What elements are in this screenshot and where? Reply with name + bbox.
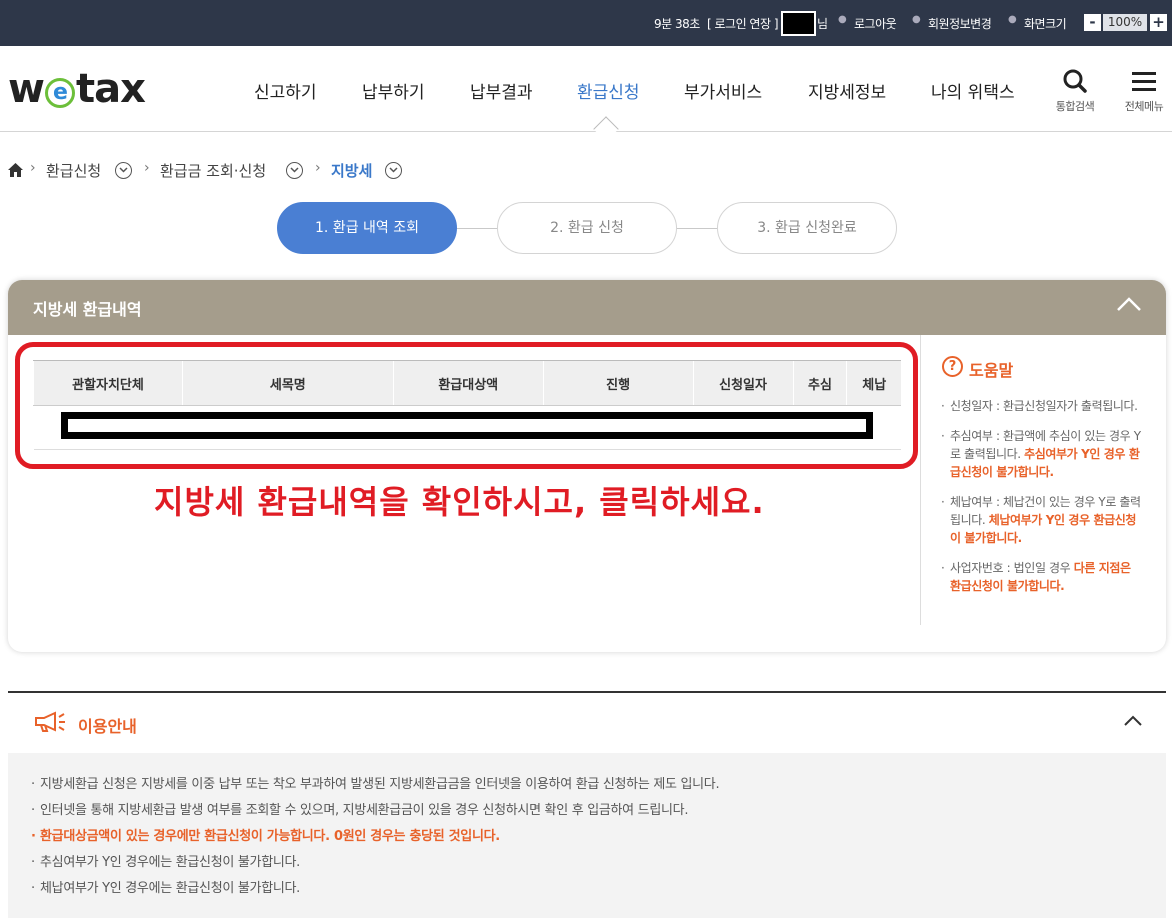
session-timer: 9분 38초 xyxy=(654,17,700,31)
step-3-refund-complete: 3. 환급 신청완료 xyxy=(717,202,897,254)
breadcrumb-separator: › xyxy=(315,160,321,176)
nav-refund[interactable]: 환급신청 xyxy=(577,78,640,103)
separator-dot: ● xyxy=(838,14,847,25)
nav-my-wetax[interactable]: 나의 위택스 xyxy=(931,78,1015,103)
nav-report[interactable]: 신고하기 xyxy=(254,78,317,103)
logo-letter-w: w xyxy=(8,66,45,112)
top-utility-bar: 9분 38초 [ 로그인 연장 ] 님 ● 로그아웃 ● 회원정보변경 ● 화면… xyxy=(0,0,1172,46)
highlight-frame xyxy=(15,342,918,469)
breadcrumb-local-tax[interactable]: 지방세 xyxy=(331,160,372,181)
logo-letter-e: e xyxy=(44,78,75,108)
list-item: 인터넷을 통해 지방세환급 발생 여부를 조회할 수 있으며, 지방세환급금이 … xyxy=(31,798,719,824)
breadcrumb-separator: › xyxy=(30,160,36,176)
panel-title: 지방세 환급내역 xyxy=(33,300,142,319)
screen-size-label: 화면크기 xyxy=(1024,17,1067,31)
wetax-logo[interactable]: w e tax xyxy=(8,66,146,112)
breadcrumb-refund[interactable]: 환급신청 xyxy=(46,160,101,181)
list-item: 지방세환급 신청은 지방세를 이중 납부 또는 착오 부과하여 발생된 지방세환… xyxy=(31,772,720,798)
search-icon xyxy=(1063,69,1087,93)
search-label: 통합검색 xyxy=(1055,100,1095,113)
list-item: 환급대상금액이 있는 경우에만 환급신청이 가능합니다. 0원인 경우는 충당된… xyxy=(31,824,719,850)
site-header: w e tax 신고하기 납부하기 납부결과 환급신청 부가서비스 지방세정보 나의… xyxy=(0,46,1172,142)
logout-link[interactable]: 로그아웃 xyxy=(854,15,897,32)
breadcrumb-refund-inquiry[interactable]: 환급금 조회·신청 xyxy=(160,160,266,181)
usage-guide-header: 이용안내 xyxy=(8,693,1166,753)
question-icon: ? xyxy=(942,356,963,377)
chevron-down-circle-icon[interactable] xyxy=(385,162,402,179)
redacted-username xyxy=(781,11,816,36)
chevron-up-icon[interactable] xyxy=(1124,715,1142,727)
separator-dot: ● xyxy=(912,14,921,25)
help-box: ? 도움말 신청일자 : 환급신청일자가 출력됩니다. 추심여부 : 환급액에 … xyxy=(920,335,1166,625)
logo-letters-tax: tax xyxy=(75,66,146,112)
menu-label: 전체메뉴 xyxy=(1124,100,1164,113)
help-item: 추심여부 : 환급액에 추심이 있는 경우 Y로 출력됩니다. 추심여부가 Y인… xyxy=(941,427,1141,481)
active-nav-caret xyxy=(593,116,619,142)
full-menu-button[interactable]: 전체메뉴 xyxy=(1120,70,1168,114)
chevron-down-circle-icon[interactable] xyxy=(286,162,303,179)
chevron-down-circle-icon[interactable] xyxy=(115,162,132,179)
usage-guide-body: 지방세환급 신청은 지방세를 이중 납부 또는 착오 부과하여 발생된 지방세환… xyxy=(8,753,1166,918)
nav-payment[interactable]: 납부하기 xyxy=(362,78,425,103)
nav-extra-services[interactable]: 부가서비스 xyxy=(684,78,762,103)
extend-login-button[interactable]: [ 로그인 연장 ] xyxy=(707,15,779,32)
nav-payment-result[interactable]: 납부결과 xyxy=(470,78,533,103)
help-item: 체납여부 : 체납건이 있는 경우 Y로 출력됩니다. 체납여부가 Y인 경우 … xyxy=(941,493,1141,547)
step-1-refund-inquiry: 1. 환급 내역 조회 xyxy=(277,202,457,254)
help-item: 사업자번호 : 법인일 경우 다른 지점은 환급신청이 불가합니다. xyxy=(941,559,1141,595)
zoom-out-button[interactable]: - xyxy=(1084,14,1101,31)
help-item: 신청일자 : 환급신청일자가 출력됩니다. xyxy=(941,397,1141,415)
instruction-text: 지방세 환급내역을 확인하시고, 클릭하세요. xyxy=(154,483,765,521)
refund-history-panel: 지방세 환급내역 관할자치단체 세목명 환급대상액 진행 신청일자 추심 체납 xyxy=(8,280,1166,652)
step-connector xyxy=(456,228,498,229)
separator-dot: ● xyxy=(1008,14,1017,25)
megaphone-icon xyxy=(35,711,65,732)
step-2-refund-request: 2. 환급 신청 xyxy=(497,202,677,254)
usage-guide-title: 이용안내 xyxy=(78,717,137,736)
hamburger-menu-icon xyxy=(1132,72,1156,91)
edit-profile-link[interactable]: 회원정보변경 xyxy=(928,15,992,32)
nav-local-tax-info[interactable]: 지방세정보 xyxy=(808,78,886,103)
help-list: 신청일자 : 환급신청일자가 출력됩니다. 추심여부 : 환급액에 추심이 있는… xyxy=(941,397,1141,607)
home-icon[interactable] xyxy=(8,163,23,177)
usage-guide-list: 지방세환급 신청은 지방세를 이중 납부 또는 착오 부과하여 발생된 지방세환… xyxy=(31,772,720,902)
unified-search-button[interactable]: 통합검색 xyxy=(1051,68,1099,114)
user-suffix: 님 xyxy=(817,17,828,31)
list-item: 추심여부가 Y인 경우에는 환급신청이 불가합니다. xyxy=(31,850,719,876)
zoom-level: 100% xyxy=(1103,14,1147,31)
chevron-up-icon[interactable] xyxy=(1116,296,1142,312)
list-item: 체납여부가 Y인 경우에는 환급신청이 불가합니다. xyxy=(31,876,719,902)
help-title: 도움말 xyxy=(969,361,1014,380)
panel-header: 지방세 환급내역 xyxy=(8,280,1166,335)
zoom-in-button[interactable]: + xyxy=(1150,14,1167,31)
breadcrumb-separator: › xyxy=(144,160,150,176)
step-connector xyxy=(677,228,719,229)
